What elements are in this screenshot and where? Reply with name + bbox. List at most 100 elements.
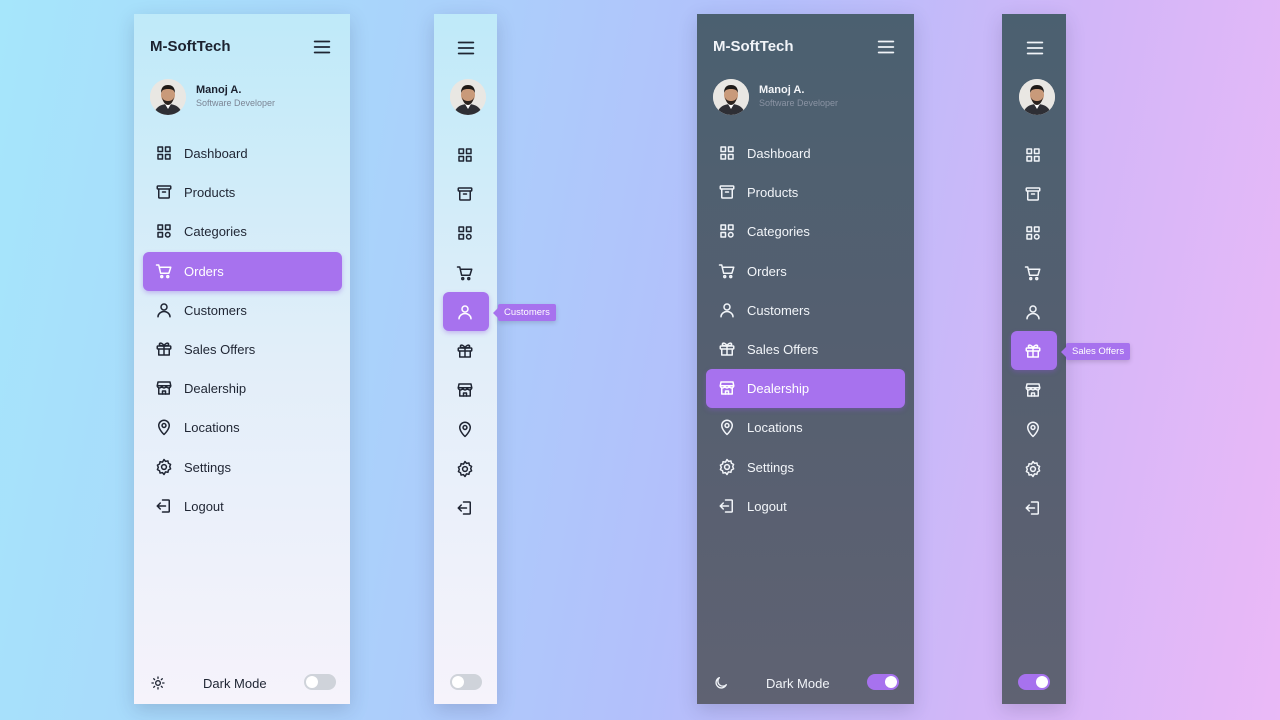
gift-icon: [456, 342, 474, 360]
dark-mode-toggle[interactable]: [1018, 674, 1050, 690]
nav-item-sales-offers[interactable]: Sales Offers: [143, 330, 342, 369]
sidebar-dark-expanded: M-SoftTech Manoj A. Software Developer D…: [697, 14, 914, 704]
dark-mode-toggle[interactable]: [450, 674, 482, 690]
nav-item-products[interactable]: [1011, 174, 1057, 213]
archive-box-icon: [718, 183, 736, 201]
nav-item-label: Locations: [747, 420, 803, 436]
nav-item-products[interactable]: [443, 174, 489, 213]
nav-item-label: Logout: [747, 498, 787, 514]
nav-item-products[interactable]: Products: [143, 173, 342, 212]
store-icon: [718, 379, 736, 397]
nav-menu-collapsed: Customers: [443, 135, 556, 527]
archive-box-icon: [456, 185, 474, 203]
categories-icon: [456, 224, 474, 242]
user-profile: Manoj A. Software Developer: [713, 79, 903, 119]
nav-item-logout[interactable]: [443, 488, 489, 527]
nav-item-orders[interactable]: [1011, 253, 1057, 292]
nav-item-customers[interactable]: [1011, 292, 1057, 331]
gift-icon: [718, 340, 736, 358]
sidebar-dark-collapsed: Sales Offers: [1002, 14, 1131, 704]
nav-menu: Dashboard Products Categories Orders Cus…: [143, 134, 342, 526]
nav-item-dealership[interactable]: [443, 370, 489, 409]
categories-icon: [1024, 224, 1042, 242]
nav-item-orders[interactable]: Orders: [706, 252, 905, 291]
nav-item-locations[interactable]: [1011, 409, 1057, 448]
dark-mode-label: Dark Mode: [203, 676, 267, 691]
nav-item-dashboard[interactable]: Dashboard: [143, 134, 342, 173]
logout-icon: [155, 497, 173, 515]
dark-mode-toggle[interactable]: [304, 674, 336, 690]
nav-item-sales-offers[interactable]: Sales Offers: [706, 330, 905, 369]
nav-item-categories[interactable]: [1011, 213, 1057, 252]
dark-mode-row: [434, 672, 497, 694]
hamburger-menu-icon[interactable]: [875, 36, 897, 58]
nav-item-categories[interactable]: Categories: [143, 212, 342, 251]
gear-icon: [155, 458, 173, 476]
nav-item-customers[interactable]: Customers: [706, 291, 905, 330]
nav-item-logout[interactable]: [1011, 488, 1057, 527]
nav-item-label: Categories: [747, 224, 810, 240]
nav-item-orders[interactable]: Orders: [143, 251, 342, 291]
nav-item-settings[interactable]: [1011, 449, 1057, 488]
nav-menu: Dashboard Products Categories Orders Cus…: [706, 134, 905, 526]
nav-item-dashboard[interactable]: [443, 135, 489, 174]
hamburger-menu-icon[interactable]: [1024, 37, 1046, 59]
nav-item-label: Logout: [184, 498, 224, 514]
store-icon: [155, 379, 173, 397]
nav-item-sales-offers[interactable]: Sales Offers: [1011, 330, 1131, 371]
avatar: [1019, 79, 1055, 115]
dark-mode-toggle[interactable]: [867, 674, 899, 690]
nav-item-dashboard[interactable]: [1011, 135, 1057, 174]
hamburger-menu-icon[interactable]: [311, 36, 333, 58]
archive-box-icon: [1024, 185, 1042, 203]
user-icon: [155, 301, 173, 319]
nav-item-settings[interactable]: Settings: [706, 448, 905, 487]
sidebar-light-collapsed: Customers: [434, 14, 556, 704]
nav-item-settings[interactable]: [443, 449, 489, 488]
nav-item-locations[interactable]: Locations: [706, 408, 905, 447]
nav-item-label: Orders: [747, 263, 787, 279]
avatar: [150, 79, 186, 115]
nav-item-products[interactable]: Products: [706, 173, 905, 212]
gift-icon: [1024, 342, 1042, 360]
nav-item-label: Locations: [184, 420, 240, 436]
nav-item-settings[interactable]: Settings: [143, 448, 342, 487]
nav-item-label: Products: [747, 185, 799, 201]
nav-item-label: Dashboard: [747, 146, 811, 161]
nav-item-locations[interactable]: [443, 409, 489, 448]
dashboard-icon: [155, 144, 173, 162]
gear-icon: [1024, 460, 1042, 478]
nav-item-dealership[interactable]: Dealership: [143, 369, 342, 408]
cart-icon: [155, 262, 173, 280]
nav-item-categories[interactable]: Categories: [706, 212, 905, 251]
cart-icon: [1024, 264, 1042, 282]
hamburger-menu-icon[interactable]: [455, 37, 477, 59]
nav-item-customers[interactable]: Customers: [443, 291, 556, 331]
nav-item-orders[interactable]: [443, 253, 489, 292]
nav-menu-collapsed: Sales Offers: [1011, 135, 1131, 527]
user-name: Manoj A.: [196, 84, 242, 96]
nav-item-dealership[interactable]: Dealership: [706, 369, 905, 409]
nav-item-logout[interactable]: Logout: [706, 487, 905, 526]
dashboard-icon: [456, 146, 474, 164]
nav-item-dashboard[interactable]: Dashboard: [706, 134, 905, 173]
nav-item-label: Settings: [747, 459, 794, 475]
user-icon: [456, 303, 474, 321]
gear-icon: [456, 460, 474, 478]
cart-icon: [718, 262, 736, 280]
nav-item-customers[interactable]: Customers: [143, 291, 342, 330]
nav-item-logout[interactable]: Logout: [143, 487, 342, 526]
store-icon: [456, 381, 474, 399]
location-pin-icon: [155, 418, 173, 436]
avatar: [713, 79, 749, 115]
tooltip: Sales Offers: [1060, 342, 1131, 360]
nav-item-dealership[interactable]: [1011, 370, 1057, 409]
tooltip: Customers: [493, 303, 556, 321]
archive-box-icon: [155, 183, 173, 201]
nav-item-label: Dashboard: [184, 146, 248, 161]
nav-item-sales-offers[interactable]: [443, 331, 489, 370]
user-icon: [718, 301, 736, 319]
nav-item-locations[interactable]: Locations: [143, 408, 342, 447]
nav-item-categories[interactable]: [443, 213, 489, 252]
nav-item-label: Sales Offers: [747, 341, 819, 357]
